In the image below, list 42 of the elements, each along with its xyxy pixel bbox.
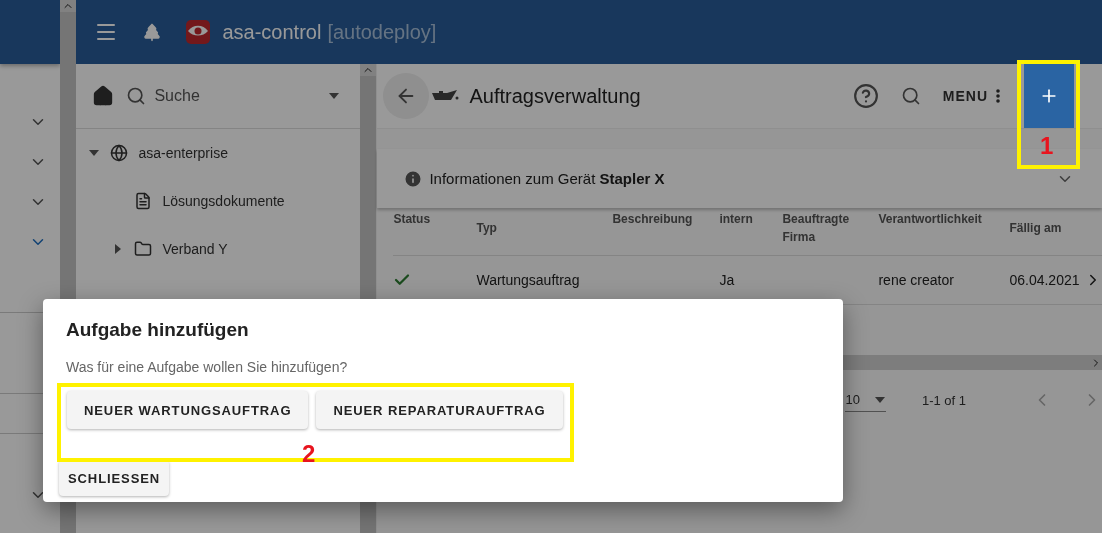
search-icon[interactable]: [900, 86, 921, 106]
home-icon[interactable]: [92, 85, 115, 107]
table-cell: 06.04.2021: [1009, 272, 1080, 288]
app-subtitle: [autodeploy]: [327, 20, 437, 44]
info-icon: [403, 168, 424, 189]
globe-icon: [110, 144, 129, 162]
caret-down-icon: [873, 395, 886, 404]
caret-down-icon: [328, 92, 341, 100]
document-icon: [134, 192, 153, 210]
app-bar: [0, 0, 61, 64]
page-title: Auftragsverwaltung: [469, 84, 642, 108]
option-button[interactable]: NEUER REPARATURAUFTRAG: [316, 391, 563, 429]
option-button[interactable]: NEUER WARTUNGSAUFTRAG: [67, 391, 309, 429]
app-title: asa-control: [222, 20, 322, 44]
help-icon[interactable]: [852, 83, 879, 109]
dialog-title: Aufgabe hinzufügen: [66, 319, 250, 341]
tree-item[interactable]: Lösungsdokumente: [76, 177, 361, 225]
table-cell: Ja: [719, 272, 735, 288]
table-cell: Wartungsauftrag: [476, 272, 580, 288]
dialog-text: Was für eine Aufgabe wollen Sie hinzufügen?: [66, 359, 349, 375]
tree-icon[interactable]: [142, 22, 163, 42]
menu-button[interactable]: MENU: [942, 88, 1000, 104]
search-icon: [126, 86, 147, 106]
more-icon: [996, 89, 1000, 103]
tree-item[interactable]: asa-enterprise: [76, 129, 361, 177]
column-header: Fällig am: [1009, 221, 1062, 235]
info-text: Informationen zum Gerät Stapler X: [429, 170, 666, 187]
search-field[interactable]: Suche: [126, 86, 341, 106]
eye-logo-icon: [186, 20, 211, 44]
column-header: Beauftragte Firma: [782, 212, 850, 244]
back-button[interactable]: [383, 73, 430, 119]
close-button[interactable]: SCHLIESSEN: [59, 460, 170, 496]
tree-item[interactable]: Verband Y: [76, 225, 361, 273]
table-cell: rene creator: [878, 272, 954, 288]
column-header: Verantwortlichkeit: [878, 212, 982, 226]
page-range: 1-1 of 1: [921, 392, 966, 408]
rows-per-page-select[interactable]: 10: [845, 388, 886, 412]
column-header: intern: [719, 212, 753, 226]
column-header: Beschreibung: [612, 212, 693, 226]
column-header: Status: [393, 212, 431, 226]
folder-icon: [134, 240, 153, 258]
column-header: Typ: [476, 221, 497, 235]
